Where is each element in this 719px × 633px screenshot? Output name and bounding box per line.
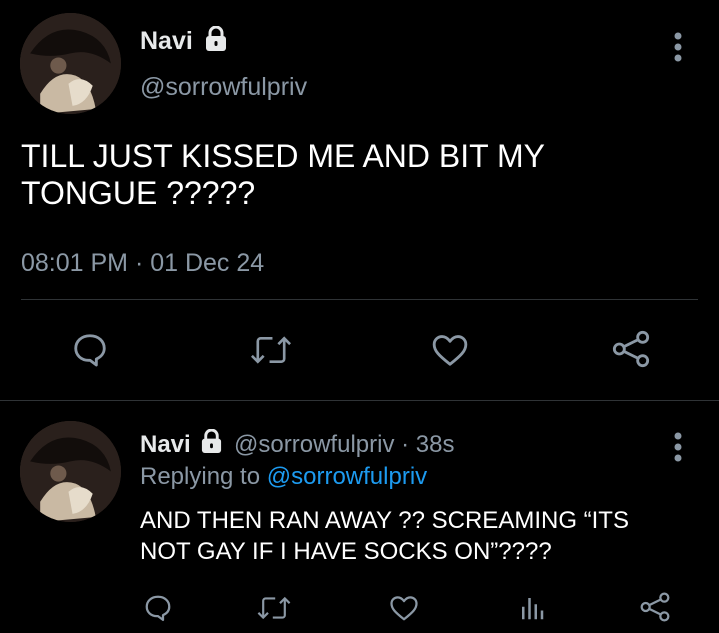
handle-time[interactable]: @sorrowfulpriv · 38s <box>234 431 454 458</box>
avatar[interactable] <box>20 421 121 522</box>
reply-icon[interactable] <box>140 590 176 626</box>
tweet-text-line: TONGUE ????? <box>21 175 256 211</box>
replying-to-label: Replying to <box>140 463 267 490</box>
like-icon[interactable] <box>428 328 472 372</box>
section-divider <box>0 400 719 401</box>
retweet-icon[interactable] <box>246 328 296 372</box>
reply-author-row: Navi @sorrowfulpriv · 38s <box>140 428 454 462</box>
display-name[interactable]: Navi <box>140 431 191 458</box>
more-icon[interactable] <box>666 30 690 64</box>
timestamp[interactable]: 08:01 PM · 01 Dec 24 <box>21 248 264 278</box>
avatar[interactable] <box>20 13 121 114</box>
replying-to-handle[interactable]: @sorrowfulpriv <box>267 463 427 490</box>
lock-icon <box>200 428 223 462</box>
reply-icon[interactable] <box>68 328 112 372</box>
tweet-text-line: TILL JUST KISSED ME AND BIT MY <box>21 138 545 174</box>
more-icon[interactable] <box>666 430 690 464</box>
author-row: Navi <box>140 25 228 59</box>
retweet-icon[interactable] <box>254 590 294 626</box>
replying-to: Replying to @sorrowfulpriv <box>140 462 427 492</box>
divider <box>21 299 698 300</box>
handle[interactable]: @sorrowfulpriv <box>140 72 307 102</box>
analytics-icon[interactable] <box>514 590 550 626</box>
display-name[interactable]: Navi <box>140 27 193 55</box>
reply-text-line: AND THEN RAN AWAY ?? SCREAMING “ITS <box>140 507 629 534</box>
reply-text-line: NOT GAY IF I HAVE SOCKS ON”???? <box>140 538 552 565</box>
lock-icon <box>204 25 228 59</box>
tweet-text: TILL JUST KISSED ME AND BIT MY TONGUE ??… <box>21 138 545 212</box>
share-icon[interactable] <box>608 326 654 372</box>
reply-text: AND THEN RAN AWAY ?? SCREAMING “ITS NOT … <box>140 505 629 567</box>
like-icon[interactable] <box>386 590 422 626</box>
share-icon[interactable] <box>636 588 674 626</box>
